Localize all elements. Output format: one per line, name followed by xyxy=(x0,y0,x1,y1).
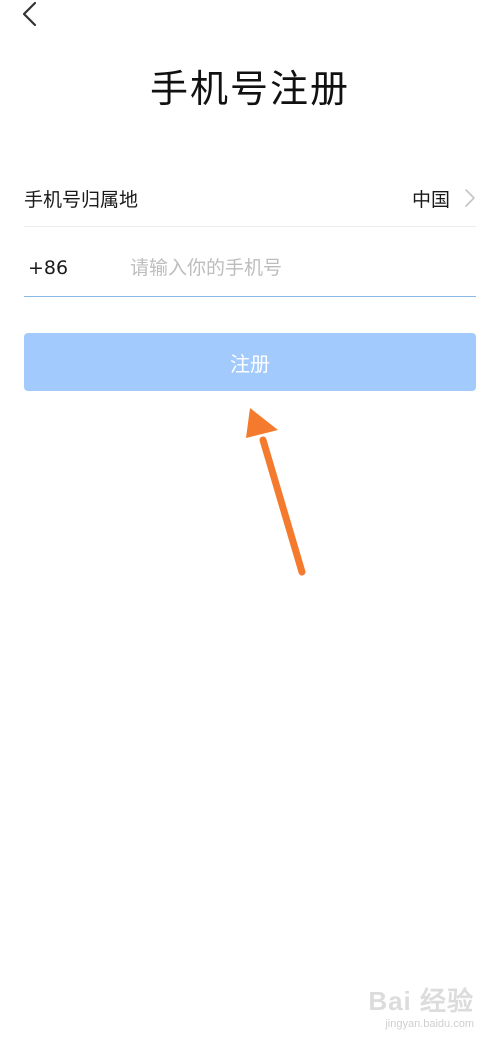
watermark: Bai 经验 jingyan.baidu.com xyxy=(368,981,474,1030)
annotation-arrow-icon xyxy=(246,408,306,576)
watermark-logo: Bai 经验 xyxy=(368,986,474,1016)
watermark-url: jingyan.baidu.com xyxy=(385,1018,474,1030)
